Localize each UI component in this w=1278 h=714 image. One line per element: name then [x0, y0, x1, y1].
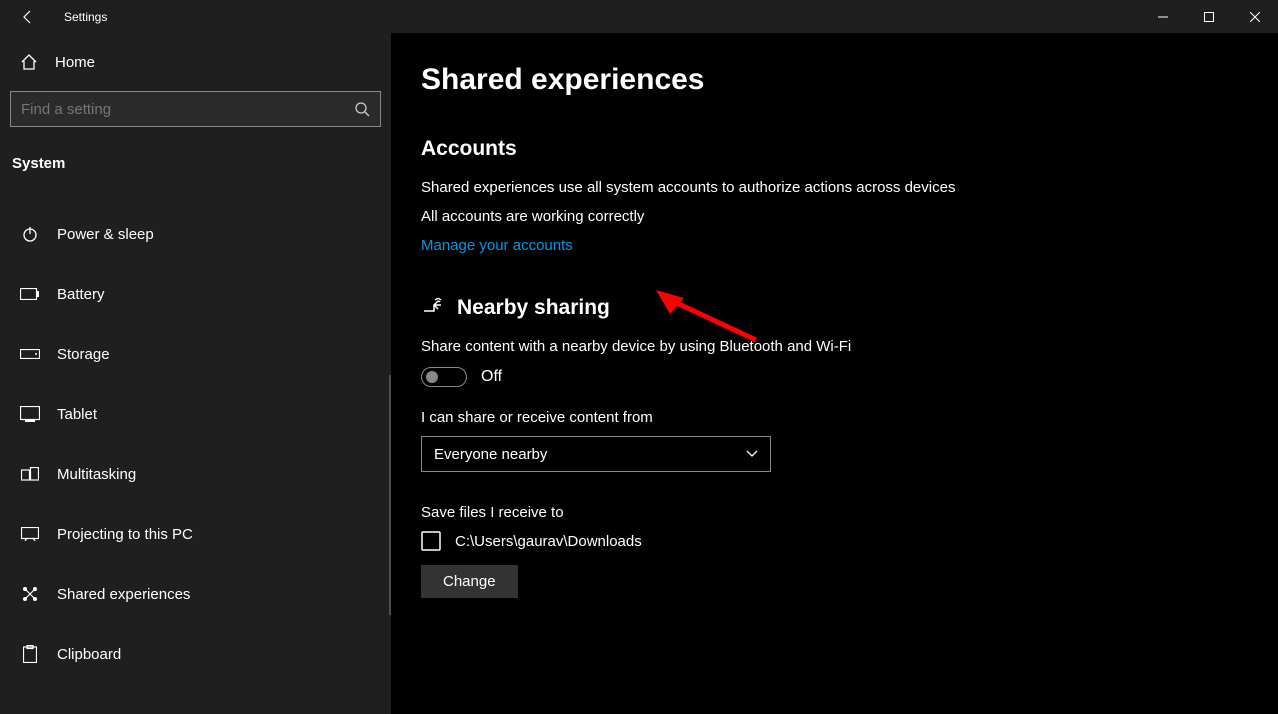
sidebar-item-label: Battery [57, 286, 105, 303]
home-icon [20, 53, 38, 71]
sidebar-item-label: Multitasking [57, 466, 136, 483]
multitasking-icon [20, 467, 40, 481]
search-icon [354, 101, 370, 117]
shared-experiences-icon [20, 585, 40, 603]
sidebar: Home System Power & sleep Battery [0, 33, 391, 714]
sidebar-item-label: Shared experiences [57, 586, 190, 603]
share-from-select[interactable]: Everyone nearby [421, 436, 771, 472]
sidebar-item-projecting[interactable]: Projecting to this PC [10, 512, 381, 556]
nearby-toggle[interactable] [421, 367, 467, 387]
sidebar-item-label: Storage [57, 346, 110, 363]
window-title: Settings [64, 10, 107, 24]
accounts-status: All accounts are working correctly [421, 208, 1021, 225]
battery-icon [20, 288, 40, 300]
storage-icon [20, 349, 40, 359]
sidebar-item-label: Tablet [57, 406, 97, 423]
search-input[interactable] [21, 101, 354, 118]
accounts-description: Shared experiences use all system accoun… [421, 179, 1021, 196]
nearby-sharing-icon [421, 297, 445, 319]
sidebar-item-shared-experiences[interactable]: Shared experiences [10, 572, 381, 616]
save-files-label: Save files I receive to [421, 504, 1248, 521]
sidebar-item-battery[interactable]: Battery [10, 272, 381, 316]
manage-accounts-link[interactable]: Manage your accounts [421, 237, 1248, 254]
close-button[interactable] [1232, 0, 1278, 33]
sidebar-section-label: System [10, 127, 381, 182]
share-from-label: I can share or receive content from [421, 409, 1248, 426]
change-button[interactable]: Change [421, 565, 518, 598]
clipboard-icon [20, 645, 40, 663]
main-content: Shared experiences Accounts Shared exper… [391, 33, 1278, 714]
projecting-icon [20, 527, 40, 541]
sidebar-home[interactable]: Home [10, 33, 381, 91]
minimize-button[interactable] [1140, 0, 1186, 33]
sidebar-item-label: Power & sleep [57, 226, 154, 243]
power-icon [20, 225, 40, 243]
sidebar-home-label: Home [55, 54, 95, 71]
nearby-heading: Nearby sharing [457, 296, 610, 320]
share-from-value: Everyone nearby [434, 446, 547, 463]
tablet-icon [20, 406, 40, 422]
sidebar-item-storage[interactable]: Storage [10, 332, 381, 376]
scrollbar[interactable] [389, 375, 391, 615]
maximize-button[interactable] [1186, 0, 1232, 33]
sidebar-item-multitasking[interactable]: Multitasking [10, 452, 381, 496]
chevron-down-icon [746, 450, 758, 458]
accounts-heading: Accounts [421, 137, 1248, 161]
folder-icon [421, 531, 441, 551]
save-path: C:\Users\gaurav\Downloads [455, 533, 642, 550]
page-title: Shared experiences [421, 63, 1248, 97]
sidebar-item-power-sleep[interactable]: Power & sleep [10, 212, 381, 256]
nearby-toggle-label: Off [481, 368, 502, 386]
back-icon[interactable] [20, 9, 36, 25]
search-box[interactable] [10, 91, 381, 127]
sidebar-item-label: Clipboard [57, 646, 121, 663]
sidebar-item-label: Projecting to this PC [57, 526, 193, 543]
nearby-description: Share content with a nearby device by us… [421, 338, 1021, 355]
sidebar-item-tablet[interactable]: Tablet [10, 392, 381, 436]
sidebar-item-clipboard[interactable]: Clipboard [10, 632, 381, 676]
